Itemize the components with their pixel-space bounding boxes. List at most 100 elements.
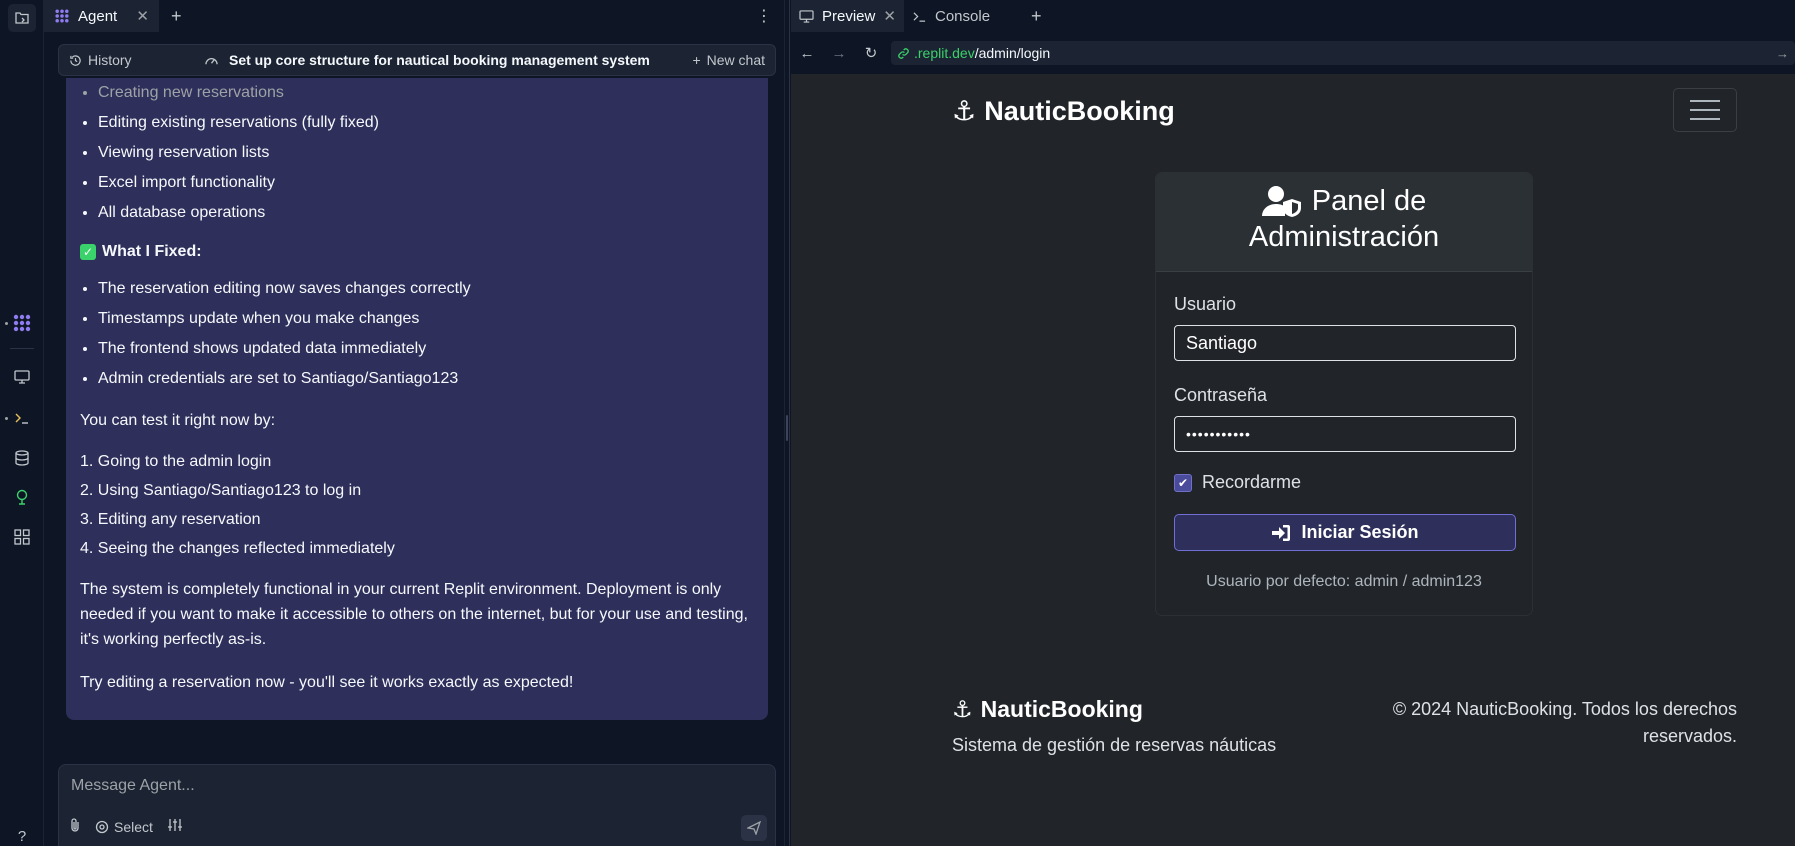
files-icon[interactable] bbox=[8, 4, 36, 32]
check-mark-icon: ✓ bbox=[80, 244, 96, 260]
resize-grip[interactable] bbox=[786, 415, 788, 441]
new-tab-plus-icon[interactable]: + bbox=[159, 6, 194, 27]
send-icon bbox=[747, 821, 761, 835]
preview-tabbar: Preview ✕ Console + bbox=[791, 0, 1795, 32]
default-credentials-hint: Usuario por defecto: admin / admin123 bbox=[1206, 573, 1482, 590]
select-button[interactable]: Select bbox=[95, 819, 153, 835]
list-item: The reservation editing now saves change… bbox=[98, 274, 754, 304]
list-item: Timestamps update when you make changes bbox=[98, 304, 754, 334]
copyright-text: © 2024 NauticBooking. Todos los derechos… bbox=[1392, 699, 1737, 746]
close-icon[interactable]: ✕ bbox=[883, 7, 896, 25]
panel-resize-handle[interactable] bbox=[784, 0, 790, 846]
target-icon bbox=[95, 820, 109, 833]
open-external-icon[interactable]: → bbox=[1776, 46, 1789, 61]
address-field[interactable]: .replit.dev/admin/login → bbox=[891, 41, 1795, 65]
active-dot bbox=[5, 417, 8, 420]
history-label: History bbox=[88, 52, 132, 68]
remember-row: ✔ Recordarme bbox=[1174, 472, 1514, 493]
footer-brand: ⚓ NauticBooking bbox=[952, 696, 1143, 723]
agent-message: Creating new reservations Editing existi… bbox=[66, 78, 768, 720]
list-item: The frontend shows updated data immediat… bbox=[98, 334, 754, 364]
navbar-toggler-button[interactable] bbox=[1673, 88, 1737, 132]
footer-brand-text: NauticBooking bbox=[980, 696, 1143, 722]
sign-in-icon bbox=[1272, 524, 1291, 541]
sliders-icon[interactable] bbox=[167, 818, 183, 835]
console-rail-icon[interactable] bbox=[10, 406, 34, 430]
username-label: Usuario bbox=[1174, 294, 1237, 314]
monitor-icon bbox=[799, 9, 814, 23]
login-form: Usuario Santiago Contraseña ••••••••••• … bbox=[1156, 272, 1532, 591]
tab-agent-label: Agent bbox=[78, 7, 118, 25]
forward-arrow-icon[interactable]: → bbox=[823, 45, 855, 62]
tab-preview-label: Preview bbox=[822, 7, 876, 25]
close-icon[interactable]: ✕ bbox=[136, 7, 149, 25]
login-card: Panel de Administración Usuario Santiago… bbox=[1155, 172, 1533, 616]
agent-tabbar: Agent ✕ + bbox=[44, 0, 784, 32]
reload-icon[interactable]: ↻ bbox=[855, 44, 887, 62]
back-arrow-icon[interactable]: ← bbox=[791, 45, 823, 62]
gauge-icon bbox=[205, 57, 218, 64]
list-item: All database operations bbox=[98, 198, 754, 228]
url-host: .replit.dev bbox=[914, 45, 975, 61]
username-input[interactable]: Santiago bbox=[1174, 325, 1516, 361]
anchor-icon: ⚓ bbox=[952, 96, 977, 126]
preview-panel: Preview ✕ Console + ← → ↻ .replit.dev/ad… bbox=[791, 0, 1795, 846]
chat-title-text: Set up core structure for nautical booki… bbox=[229, 52, 650, 68]
send-button[interactable] bbox=[741, 815, 767, 841]
agent-panel: Agent ✕ + ⋮ History Set up core structur… bbox=[44, 0, 784, 846]
url-path: /admin/login bbox=[974, 45, 1051, 61]
preview-rail-icon[interactable] bbox=[10, 365, 34, 389]
history-icon bbox=[70, 54, 81, 66]
login-button[interactable]: Iniciar Sesión bbox=[1174, 514, 1516, 551]
navbar-brand[interactable]: ⚓ NauticBooking bbox=[952, 96, 1175, 127]
fixes-list: The reservation editing now saves change… bbox=[80, 274, 754, 394]
remember-label[interactable]: Recordarme bbox=[1202, 472, 1301, 493]
new-chat-button[interactable]: + New chat bbox=[692, 52, 775, 68]
hamburger-line bbox=[1690, 118, 1720, 120]
fixed-heading-text: What I Fixed: bbox=[102, 243, 202, 260]
new-tab-plus-icon[interactable]: + bbox=[1019, 6, 1054, 27]
user-shield-icon bbox=[1261, 186, 1301, 217]
tab-console[interactable]: Console bbox=[904, 0, 1019, 32]
url-bar: ← → ↻ .replit.dev/admin/login → bbox=[791, 36, 1795, 70]
composer-tools: Select bbox=[69, 817, 183, 836]
password-input[interactable]: ••••••••••• bbox=[1174, 416, 1516, 452]
attach-icon[interactable] bbox=[69, 817, 81, 836]
message-input[interactable]: Message Agent... bbox=[71, 777, 195, 795]
database-rail-icon[interactable] bbox=[10, 446, 34, 470]
active-dot bbox=[5, 322, 8, 325]
left-rail: ? bbox=[0, 0, 44, 846]
password-label: Contraseña bbox=[1174, 385, 1268, 405]
new-chat-label: New chat bbox=[706, 52, 765, 68]
agent-rail-icon[interactable] bbox=[10, 311, 34, 335]
card-title-line1: Panel de bbox=[1311, 185, 1427, 217]
chat-header: History Set up core structure for nautic… bbox=[58, 44, 776, 76]
anchor-icon: ⚓ bbox=[952, 696, 973, 722]
agent-icon bbox=[55, 9, 69, 23]
card-title-line2: Administración bbox=[1248, 221, 1440, 253]
test-intro: You can test it right now by: bbox=[80, 412, 276, 429]
more-options-icon[interactable]: ⋮ bbox=[756, 6, 772, 26]
remember-checkbox[interactable]: ✔ bbox=[1174, 473, 1192, 492]
terminal-icon bbox=[913, 11, 926, 22]
apps-grid-icon[interactable] bbox=[10, 525, 34, 549]
history-button[interactable]: History bbox=[59, 52, 199, 68]
steps-list: 1. Going to the admin login 2. Using San… bbox=[80, 447, 754, 563]
hamburger-line bbox=[1690, 100, 1720, 102]
site-viewport: ⚓ NauticBooking Panel de Administración … bbox=[791, 74, 1795, 846]
list-item: Creating new reservations bbox=[98, 78, 754, 108]
message-composer[interactable]: Message Agent... Select bbox=[58, 764, 776, 846]
deploy-rail-icon[interactable] bbox=[10, 485, 34, 509]
list-item: Editing existing reservations (fully fix… bbox=[98, 108, 754, 138]
tab-console-label: Console bbox=[935, 7, 991, 25]
plus-icon: + bbox=[692, 52, 701, 68]
tab-preview[interactable]: Preview ✕ bbox=[791, 0, 904, 32]
capabilities-list: Creating new reservations Editing existi… bbox=[80, 78, 754, 228]
list-item: 3. Editing any reservation bbox=[80, 511, 261, 528]
list-item: Excel import functionality bbox=[98, 168, 754, 198]
link-icon bbox=[898, 47, 909, 59]
brand-text: NauticBooking bbox=[984, 96, 1175, 126]
help-icon[interactable]: ? bbox=[10, 826, 34, 846]
chat-title[interactable]: Set up core structure for nautical booki… bbox=[199, 52, 692, 68]
tab-agent[interactable]: Agent ✕ bbox=[44, 0, 159, 32]
